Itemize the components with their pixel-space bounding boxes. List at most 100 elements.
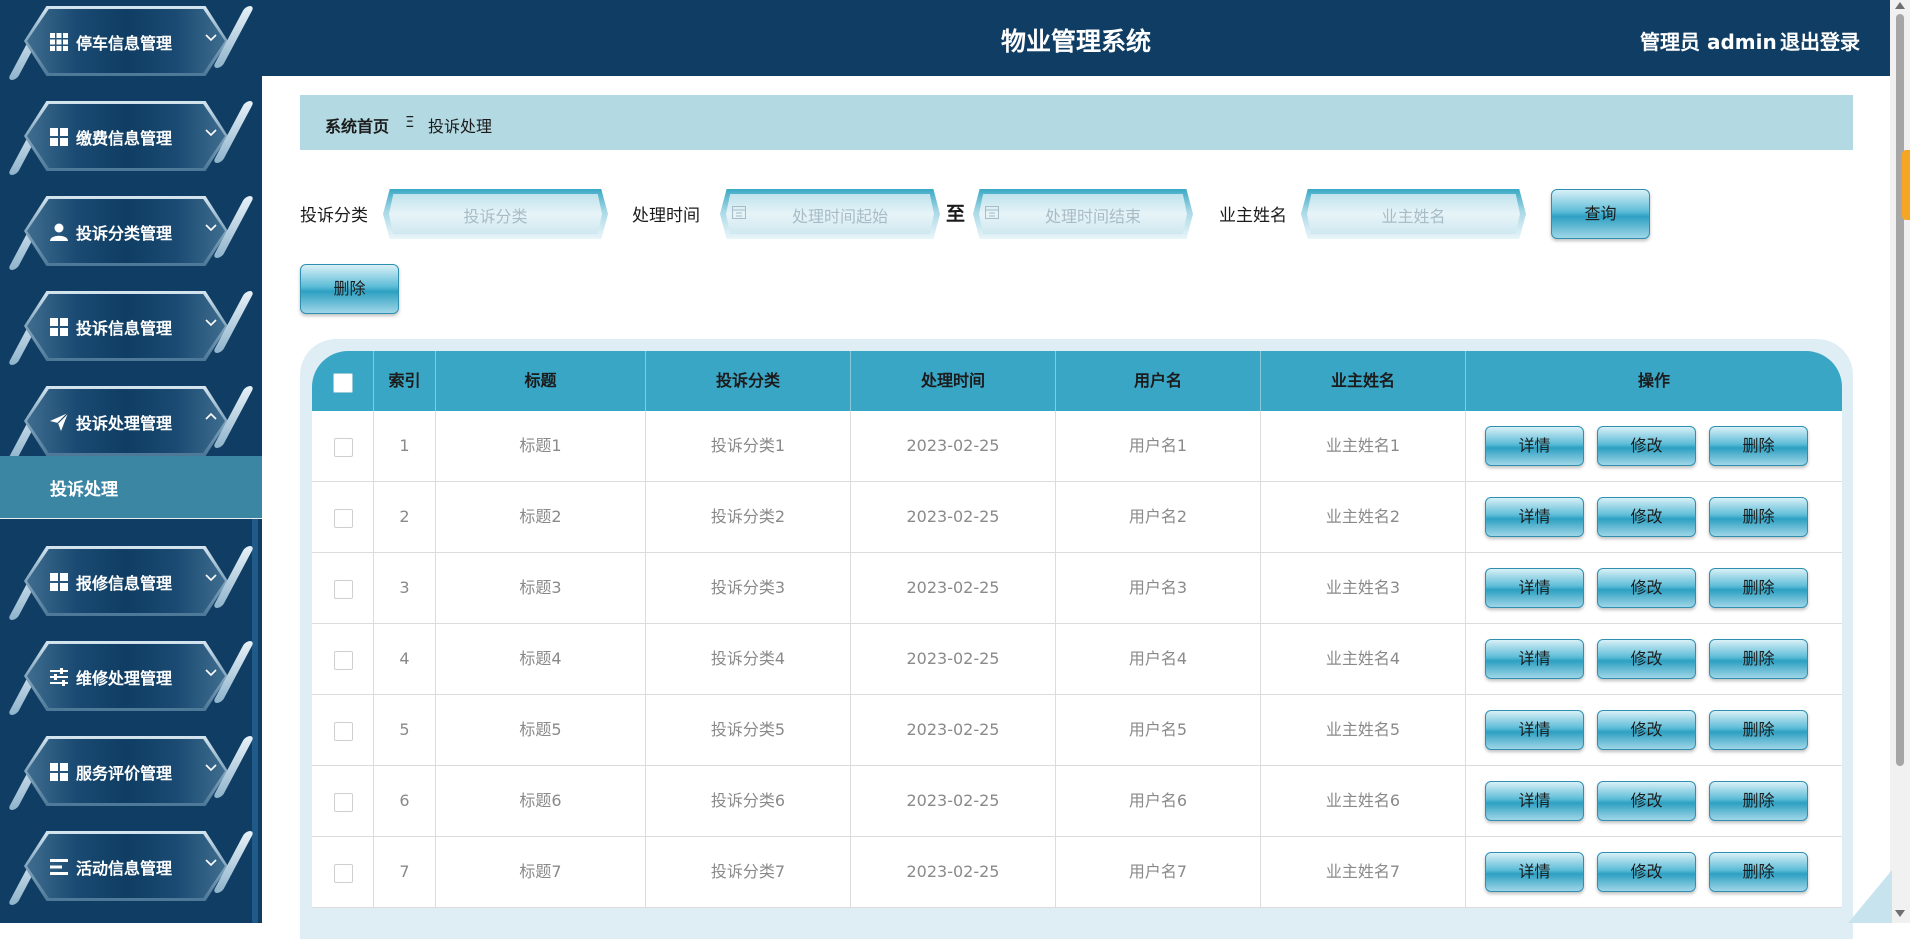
cell-owner: 业主姓名3: [1261, 553, 1466, 623]
sidebar-item-parking[interactable]: 停车信息管理: [0, 0, 255, 95]
row-checkbox[interactable]: [334, 438, 353, 457]
detail-button[interactable]: 详情: [1485, 639, 1584, 679]
paper-plane-icon: [50, 413, 68, 431]
cell-category: 投诉分类5: [646, 695, 851, 765]
column-header-title: 标题: [436, 351, 646, 411]
breadcrumb-home[interactable]: 系统首页: [325, 113, 389, 137]
cell-select: [312, 553, 374, 623]
chevron-down-icon: [205, 574, 217, 582]
detail-button[interactable]: 详情: [1485, 710, 1584, 750]
sliders-icon: [50, 668, 68, 686]
row-checkbox[interactable]: [334, 651, 353, 670]
cell-owner: 业主姓名1: [1261, 411, 1466, 481]
column-header-actions: 操作: [1637, 371, 1670, 390]
delete-button[interactable]: 删除: [1709, 497, 1808, 537]
delete-button[interactable]: 删除: [1709, 426, 1808, 466]
sidebar-item-complaint-category[interactable]: 投诉分类管理: [0, 190, 255, 285]
sidebar-item-label: 报修信息管理: [76, 574, 173, 593]
batch-delete-button[interactable]: 删除: [300, 264, 399, 314]
column-header-index: 索引: [374, 351, 436, 411]
table-row: 7 标题7 投诉分类7 2023-02-25 用户名7 业主姓名7 详情 修改 删除: [312, 837, 1842, 908]
cell-select: [312, 624, 374, 694]
column-header-category: 投诉分类: [646, 351, 851, 411]
scroll-down-arrow-icon[interactable]: [1895, 910, 1905, 917]
cell-owner: 业主姓名6: [1261, 766, 1466, 836]
edit-button[interactable]: 修改: [1597, 639, 1696, 679]
scroll-up-arrow-icon[interactable]: [1895, 2, 1905, 9]
owner-filter-input[interactable]: 业主姓名: [1301, 189, 1526, 239]
cell-username: 用户名5: [1056, 695, 1261, 765]
chevron-down-icon: [205, 224, 217, 232]
sidebar-subitem-complaint-handling[interactable]: 投诉处理: [0, 456, 262, 519]
detail-button[interactable]: 详情: [1485, 497, 1584, 537]
sidebar-subitem-label: 投诉处理: [50, 480, 118, 500]
cell-select: [312, 837, 374, 907]
cell-owner: 业主姓名4: [1261, 624, 1466, 694]
sidebar-item-service-review[interactable]: 服务评价管理: [0, 730, 255, 825]
grid-icon: [50, 573, 68, 591]
delete-button[interactable]: 删除: [1709, 781, 1808, 821]
query-button[interactable]: 查询: [1551, 189, 1650, 239]
sidebar: 停车信息管理 缴费信息管理 投诉分类管理 投诉信息管理 投诉处理管理 投诉处理 …: [0, 0, 262, 923]
cell-time: 2023-02-25: [851, 482, 1056, 552]
edit-button[interactable]: 修改: [1597, 497, 1696, 537]
cell-category: 投诉分类7: [646, 837, 851, 907]
cell-category: 投诉分类3: [646, 553, 851, 623]
row-checkbox[interactable]: [334, 722, 353, 741]
range-separator: 至: [946, 203, 966, 225]
category-filter-input[interactable]: 投诉分类: [383, 189, 608, 239]
row-checkbox[interactable]: [334, 864, 353, 883]
category-filter-label: 投诉分类: [300, 206, 368, 226]
sidebar-scrollbar[interactable]: [252, 486, 258, 923]
scroll-marker: [1902, 150, 1910, 220]
sidebar-item-maintenance[interactable]: 维修处理管理: [0, 635, 255, 730]
detail-button[interactable]: 详情: [1485, 852, 1584, 892]
edit-button[interactable]: 修改: [1597, 568, 1696, 608]
row-checkbox[interactable]: [334, 793, 353, 812]
sidebar-item-repair-info[interactable]: 报修信息管理: [0, 540, 255, 635]
cell-index: 7: [374, 837, 436, 907]
time-filter-label: 处理时间: [632, 206, 700, 226]
delete-button[interactable]: 删除: [1709, 710, 1808, 750]
column-header-select: [312, 351, 374, 411]
top-header: 物业管理系统 管理员 admin 退出登录: [262, 0, 1890, 76]
sidebar-item-activity-info[interactable]: 活动信息管理: [0, 825, 255, 920]
page-scrollbar[interactable]: [1896, 14, 1904, 766]
cell-title: 标题1: [436, 411, 646, 481]
sidebar-item-label: 维修处理管理: [76, 669, 173, 688]
table-row: 3 标题3 投诉分类3 2023-02-25 用户名3 业主姓名3 详情 修改 删除: [312, 553, 1842, 624]
edit-button[interactable]: 修改: [1597, 710, 1696, 750]
delete-button[interactable]: 删除: [1709, 852, 1808, 892]
grid-icon: [50, 33, 68, 51]
chevron-down-icon: [205, 669, 217, 677]
column-header-time: 处理时间: [851, 351, 1056, 411]
sidebar-item-payment[interactable]: 缴费信息管理: [0, 95, 255, 190]
cell-index: 4: [374, 624, 436, 694]
cell-time: 2023-02-25: [851, 695, 1056, 765]
chevron-down-icon: [205, 319, 217, 327]
cell-index: 6: [374, 766, 436, 836]
detail-button[interactable]: 详情: [1485, 568, 1584, 608]
detail-button[interactable]: 详情: [1485, 781, 1584, 821]
delete-button[interactable]: 删除: [1709, 568, 1808, 608]
time-end-input[interactable]: 处理时间结束: [973, 189, 1193, 239]
row-checkbox[interactable]: [334, 580, 353, 599]
table-row: 1 标题1 投诉分类1 2023-02-25 用户名1 业主姓名1 详情 修改 删除: [312, 411, 1842, 482]
cell-time: 2023-02-25: [851, 766, 1056, 836]
sidebar-item-label: 缴费信息管理: [76, 129, 173, 148]
cell-title: 标题3: [436, 553, 646, 623]
cell-username: 用户名2: [1056, 482, 1261, 552]
edit-button[interactable]: 修改: [1597, 781, 1696, 821]
edit-button[interactable]: 修改: [1597, 426, 1696, 466]
cell-select: [312, 411, 374, 481]
delete-button[interactable]: 删除: [1709, 639, 1808, 679]
sidebar-item-complaint-info[interactable]: 投诉信息管理: [0, 285, 255, 380]
cell-username: 用户名6: [1056, 766, 1261, 836]
cell-time: 2023-02-25: [851, 624, 1056, 694]
table-row: 6 标题6 投诉分类6 2023-02-25 用户名6 业主姓名6 详情 修改 删除: [312, 766, 1842, 837]
edit-button[interactable]: 修改: [1597, 852, 1696, 892]
logout-link[interactable]: 退出登录: [1780, 26, 1860, 55]
row-checkbox[interactable]: [334, 509, 353, 528]
time-start-input[interactable]: 处理时间起始: [720, 189, 940, 239]
detail-button[interactable]: 详情: [1485, 426, 1584, 466]
